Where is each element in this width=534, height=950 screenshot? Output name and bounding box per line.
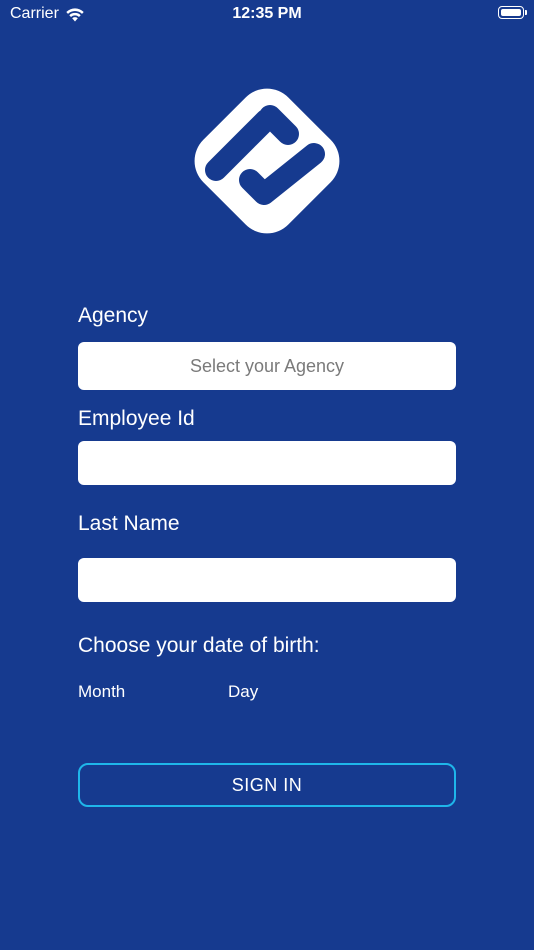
battery-icon: [498, 6, 527, 19]
employee-id-label: Employee Id: [78, 407, 195, 430]
employee-id-input[interactable]: [78, 441, 456, 485]
last-name-input[interactable]: [78, 558, 456, 602]
dob-day-picker[interactable]: Day: [228, 682, 258, 702]
dob-month-picker[interactable]: Month: [78, 682, 125, 702]
agency-placeholder: Select your Agency: [189, 355, 345, 376]
agency-label: Agency: [78, 304, 149, 327]
dob-prompt: Choose your date of birth:: [78, 634, 320, 657]
agency-select[interactable]: Select your Agency: [78, 342, 456, 390]
sign-in-button[interactable]: SIGN IN: [78, 763, 456, 807]
last-name-label: Last Name: [78, 512, 180, 535]
status-bar: Carrier 12:35 PM: [0, 0, 534, 28]
app-logo-icon: [194, 88, 340, 234]
status-time: 12:35 PM: [232, 5, 302, 22]
